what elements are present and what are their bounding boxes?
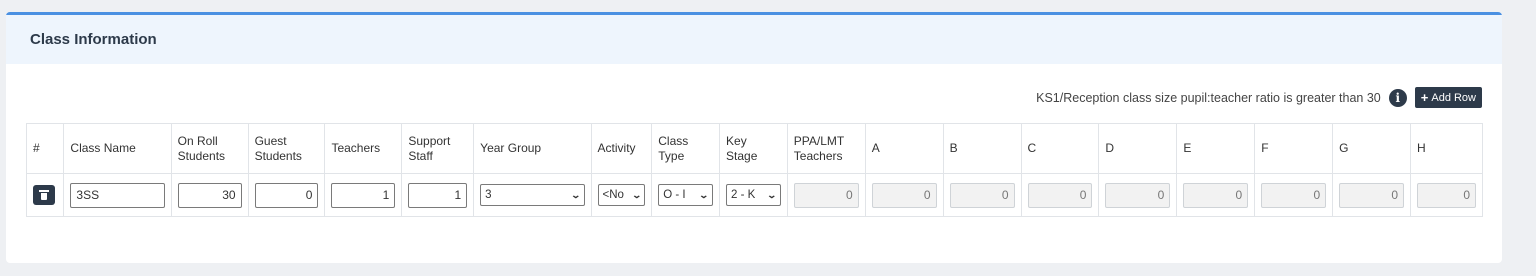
col-header-guest: Guest Students bbox=[247, 123, 326, 174]
class-type-value: O - I bbox=[663, 189, 686, 201]
table-row: 3 ⌄ <No ⌄ O - I ⌄ bbox=[25, 173, 1483, 217]
class-type-select[interactable]: O - I ⌄ bbox=[658, 184, 714, 206]
ratio-warning-text: KS1/Reception class size pupil:teacher r… bbox=[1036, 90, 1381, 105]
col-header-a: A bbox=[864, 123, 944, 174]
guest-input[interactable] bbox=[254, 182, 319, 208]
col-header-g: G bbox=[1332, 123, 1412, 174]
class-information-card: Class Information KS1/Reception class si… bbox=[6, 12, 1502, 263]
on-roll-input[interactable] bbox=[177, 182, 242, 208]
info-icon[interactable]: i bbox=[1388, 88, 1407, 107]
col-header-h: H bbox=[1410, 123, 1483, 174]
table-toolbar: KS1/Reception class size pupil:teacher r… bbox=[1036, 87, 1482, 108]
col-header-index: # bbox=[25, 123, 65, 174]
c-input bbox=[1027, 182, 1093, 208]
chevron-down-icon: ⌄ bbox=[698, 189, 710, 200]
add-row-label: Add Row bbox=[1431, 91, 1476, 104]
h-input bbox=[1417, 182, 1476, 208]
activity-select[interactable]: <No ⌄ bbox=[597, 184, 646, 206]
col-header-e: E bbox=[1176, 123, 1256, 174]
d-input bbox=[1105, 182, 1171, 208]
col-header-f: F bbox=[1254, 123, 1334, 174]
trash-icon bbox=[39, 190, 49, 200]
col-header-class-type: Class Type bbox=[651, 123, 721, 174]
chevron-down-icon: ⌄ bbox=[766, 189, 778, 200]
e-input bbox=[1183, 182, 1249, 208]
key-stage-value: 2 - K bbox=[731, 189, 756, 201]
support-staff-input[interactable] bbox=[408, 182, 468, 208]
col-header-ppa: PPA/LMT Teachers bbox=[786, 123, 866, 174]
b-input bbox=[949, 182, 1015, 208]
col-header-activity: Activity bbox=[590, 123, 653, 174]
table-header-row: # Class Name On Roll Students Guest Stud… bbox=[25, 123, 1483, 174]
col-header-class-name: Class Name bbox=[63, 123, 172, 174]
key-stage-select[interactable]: 2 - K ⌄ bbox=[726, 184, 781, 206]
col-header-c: C bbox=[1020, 123, 1100, 174]
col-header-key-stage: Key Stage bbox=[719, 123, 788, 174]
col-header-on-roll: On Roll Students bbox=[170, 123, 249, 174]
col-header-d: D bbox=[1098, 123, 1178, 174]
year-group-select[interactable]: 3 ⌄ bbox=[480, 184, 585, 206]
class-name-input[interactable] bbox=[70, 182, 165, 208]
col-header-year-group: Year Group bbox=[473, 123, 592, 174]
ppa-input bbox=[793, 182, 859, 208]
teachers-input[interactable] bbox=[331, 182, 396, 208]
delete-row-button[interactable] bbox=[33, 185, 55, 205]
col-header-support: Support Staff bbox=[401, 123, 475, 174]
card-title: Class Information bbox=[30, 31, 157, 48]
year-group-value: 3 bbox=[485, 189, 492, 201]
chevron-down-icon: ⌄ bbox=[570, 189, 582, 200]
col-header-teachers: Teachers bbox=[324, 123, 403, 174]
a-input bbox=[871, 182, 937, 208]
col-header-b: B bbox=[942, 123, 1022, 174]
activity-value: <No bbox=[602, 189, 624, 201]
class-table: # Class Name On Roll Students Guest Stud… bbox=[25, 123, 1483, 217]
g-input bbox=[1339, 182, 1405, 208]
add-row-button[interactable]: + Add Row bbox=[1414, 87, 1482, 108]
chevron-down-icon: ⌄ bbox=[631, 189, 642, 200]
card-header: Class Information bbox=[6, 15, 1502, 64]
plus-icon: + bbox=[1420, 90, 1429, 105]
f-input bbox=[1261, 182, 1327, 208]
